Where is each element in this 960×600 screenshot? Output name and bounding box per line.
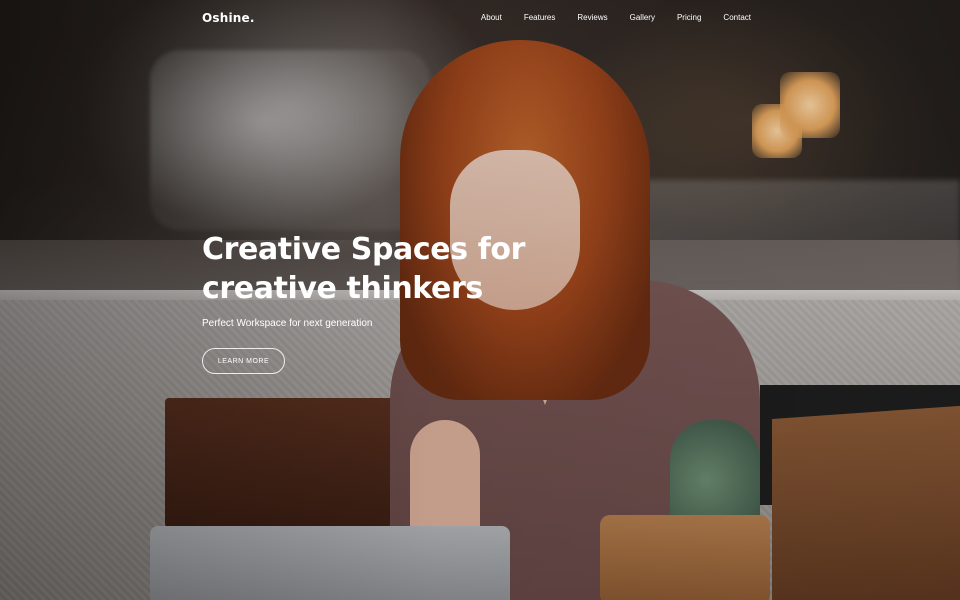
hero-subtitle: Perfect Workspace for next generation: [202, 318, 373, 329]
hero-title-line-2: creative thinkers: [202, 271, 483, 306]
nav-item-features[interactable]: Features: [524, 13, 556, 22]
learn-more-button[interactable]: LEARN MORE: [202, 348, 285, 374]
site-logo[interactable]: Oshine.: [202, 11, 255, 25]
nav-item-contact[interactable]: Contact: [723, 13, 751, 22]
nav-item-reviews[interactable]: Reviews: [577, 13, 607, 22]
nav-item-about[interactable]: About: [481, 13, 502, 22]
hero-title-line-1: Creative Spaces for: [202, 232, 525, 267]
nav-item-gallery[interactable]: Gallery: [630, 13, 655, 22]
hero-content: Creative Spaces for creative thinkers Pe…: [202, 230, 542, 374]
nav-menu: About Features Reviews Gallery Pricing C…: [459, 13, 751, 22]
hero-title: Creative Spaces for creative thinkers: [202, 230, 542, 308]
nav-item-pricing[interactable]: Pricing: [677, 13, 701, 22]
top-navbar: Oshine. About Features Reviews Gallery P…: [0, 0, 960, 38]
